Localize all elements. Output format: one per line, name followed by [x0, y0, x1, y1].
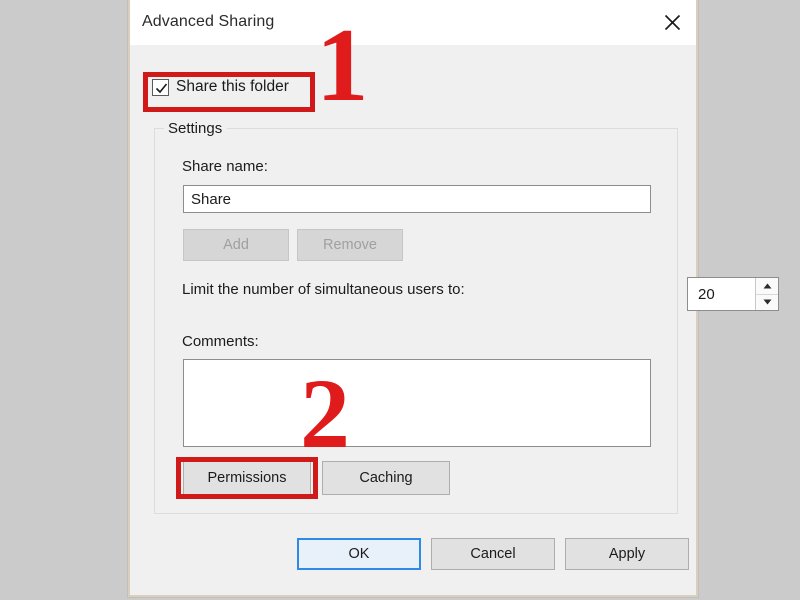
- checkbox-box[interactable]: [152, 78, 169, 96]
- permissions-button[interactable]: Permissions: [183, 461, 311, 495]
- dialog-titlebar: Advanced Sharing: [130, 0, 696, 45]
- triangle-down-icon[interactable]: [756, 295, 778, 311]
- remove-button[interactable]: Remove: [297, 229, 403, 261]
- cancel-button[interactable]: Cancel: [431, 538, 555, 570]
- apply-button[interactable]: Apply: [565, 538, 689, 570]
- close-icon[interactable]: [648, 0, 696, 45]
- limit-users-stepper[interactable]: 20: [687, 277, 779, 311]
- settings-groupbox-legend: Settings: [164, 120, 228, 137]
- comments-label: Comments:: [182, 333, 259, 350]
- ok-button[interactable]: OK: [297, 538, 421, 570]
- triangle-up-icon[interactable]: [756, 278, 778, 295]
- comments-textarea[interactable]: [183, 359, 651, 447]
- share-name-label: Share name:: [182, 158, 268, 175]
- advanced-sharing-dialog: Advanced Sharing Share this folder Setti…: [128, 0, 779, 597]
- share-name-input[interactable]: [183, 185, 651, 213]
- share-this-folder-label: Share this folder: [176, 78, 289, 95]
- limit-users-value[interactable]: 20: [688, 278, 755, 310]
- dialog-title: Advanced Sharing: [142, 13, 275, 30]
- limit-users-label: Limit the number of simultaneous users t…: [182, 281, 465, 298]
- share-this-folder-checkbox[interactable]: Share this folder: [152, 74, 289, 100]
- checkmark-icon: [155, 82, 168, 93]
- limit-users-arrows: [755, 278, 778, 310]
- caching-button[interactable]: Caching: [322, 461, 450, 495]
- add-button[interactable]: Add: [183, 229, 289, 261]
